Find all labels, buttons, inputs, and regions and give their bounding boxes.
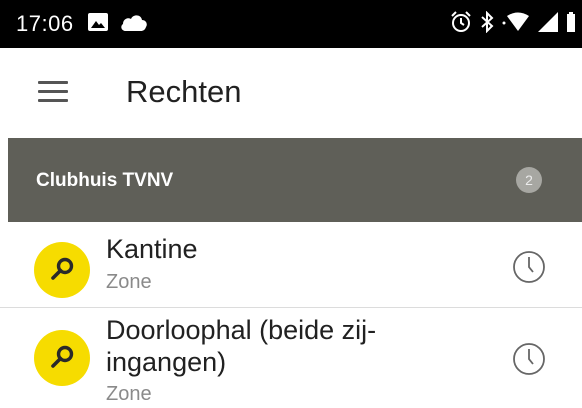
app-bar: Rechten: [0, 48, 582, 138]
group-header[interactable]: Clubhuis TVNV 2: [8, 138, 582, 222]
item-subtitle: Zone: [106, 271, 152, 293]
item-text: Kantine Zone: [106, 232, 198, 294]
status-bar: 17:06: [0, 0, 582, 48]
key-icon: [34, 330, 90, 386]
status-left-icons: [87, 12, 148, 36]
bluetooth-icon: [480, 10, 494, 38]
list-item[interactable]: Kantine Zone: [0, 222, 582, 308]
status-right-icons: [450, 0, 576, 48]
clock-icon[interactable]: [512, 342, 546, 376]
cloud-icon: [120, 13, 148, 36]
hamburger-menu-icon[interactable]: [38, 81, 68, 103]
page-title: Rechten: [126, 74, 242, 109]
list-item[interactable]: Doorloophal (beide zij-ingangen) Zone: [0, 308, 582, 408]
group-title: Clubhuis TVNV: [36, 170, 174, 191]
image-icon: [87, 12, 108, 36]
item-text: Doorloophal (beide zij-ingangen) Zone: [106, 314, 406, 406]
item-title: Kantine: [106, 234, 198, 264]
signal-icon: [538, 11, 558, 37]
count-badge: 2: [516, 167, 542, 193]
item-subtitle: Zone: [106, 383, 152, 405]
status-time: 17:06: [16, 11, 74, 36]
clock-icon[interactable]: [512, 250, 546, 284]
wifi-icon: [502, 12, 530, 37]
item-title: Doorloophal (beide zij-ingangen): [106, 315, 377, 377]
key-icon: [34, 242, 90, 298]
alarm-icon: [450, 10, 472, 38]
battery-icon: [566, 11, 576, 37]
